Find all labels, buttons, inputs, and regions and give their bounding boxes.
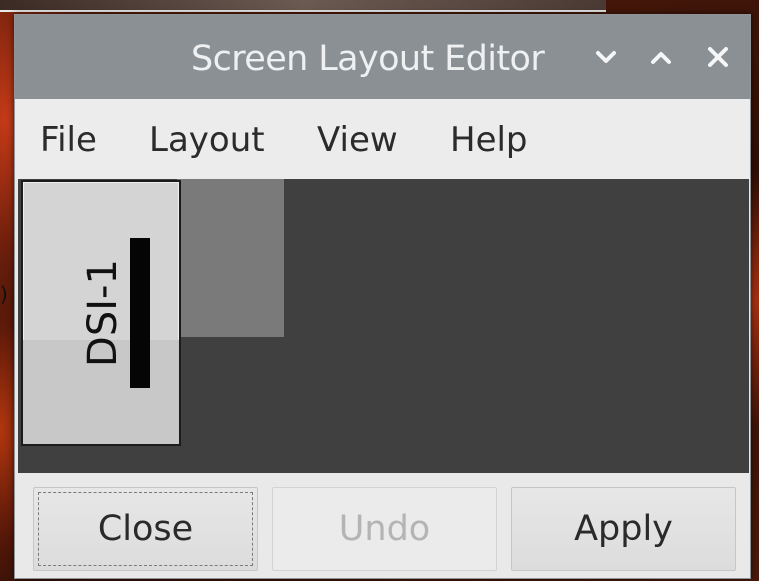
chevron-down-icon [596, 51, 616, 63]
close-window-button[interactable] [705, 43, 731, 71]
close-button-label: Close [97, 509, 194, 549]
close-button[interactable]: Close [33, 487, 258, 571]
title-bar[interactable]: Screen Layout Editor [15, 15, 750, 99]
monitor-label: DSI-1 [80, 259, 126, 367]
menu-view[interactable]: View [317, 120, 398, 160]
background-text-fragment: ) [0, 282, 8, 306]
apply-button-label: Apply [574, 509, 673, 549]
chevron-up-icon [651, 52, 671, 64]
layout-canvas[interactable]: DSI-1 [18, 179, 749, 473]
maximize-button[interactable] [648, 43, 674, 71]
screen-layout-editor-window: Screen Layout Editor File Layout View He… [14, 14, 751, 579]
undo-button[interactable]: Undo [272, 487, 497, 571]
menu-file[interactable]: File [40, 120, 97, 160]
window-title: Screen Layout Editor [191, 39, 545, 79]
monitor-dsi-1[interactable]: DSI-1 [21, 180, 181, 446]
dialog-button-row: Close Undo Apply [15, 473, 750, 578]
menu-bar: File Layout View Help [15, 99, 750, 179]
monitor-drag-shadow [177, 179, 284, 337]
undo-button-label: Undo [338, 509, 431, 549]
window-menu-button[interactable] [593, 43, 619, 71]
menu-layout[interactable]: Layout [149, 120, 265, 160]
menu-help[interactable]: Help [450, 120, 528, 160]
apply-button[interactable]: Apply [511, 487, 736, 571]
monitor-top-edge-indicator [130, 238, 150, 388]
background-window-edge [0, 0, 606, 12]
close-icon [708, 47, 728, 67]
